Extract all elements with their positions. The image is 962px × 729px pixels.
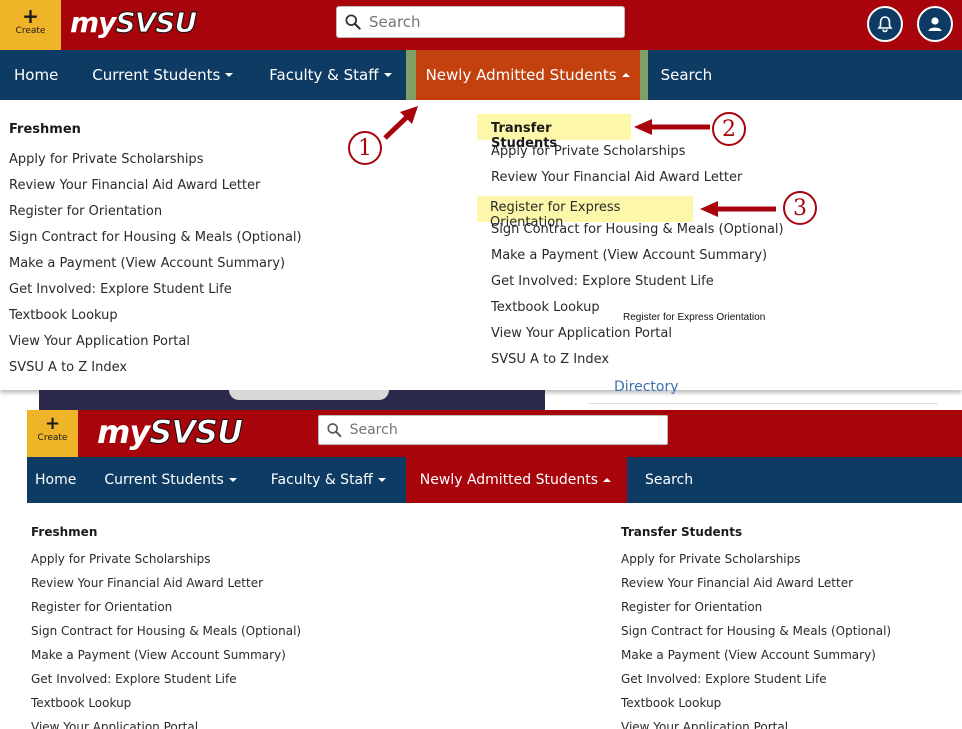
main-nav: Home Current Students Faculty & Staff Ne… (27, 457, 962, 503)
transfer-link[interactable]: Review Your Financial Aid Award Letter (621, 576, 891, 600)
caret-down-icon (228, 478, 237, 482)
search-input[interactable] (349, 422, 667, 438)
freshmen-column: Freshmen Apply for Private Scholarships … (31, 525, 301, 729)
nav-current-students[interactable]: Current Students (89, 457, 257, 503)
header-bar: + Create mySVSU (27, 410, 962, 457)
transfer-column: Transfer Students Apply for Private Scho… (621, 525, 891, 729)
newly-admitted-dropdown: Freshmen Apply for Private Scholarships … (27, 503, 962, 729)
annotation-marker-2: 2 (712, 112, 746, 146)
freshmen-heading: Freshmen (31, 525, 98, 539)
nav-current-students-label: Current Students (104, 472, 224, 488)
freshmen-link[interactable]: Textbook Lookup (31, 696, 301, 720)
arrow-3-head (700, 201, 718, 217)
transfer-link[interactable]: Get Involved: Explore Student Life (621, 672, 891, 696)
create-button[interactable]: + Create (27, 410, 78, 457)
annotation-marker-3: 3 (783, 191, 817, 225)
annotation-arrows (383, 106, 776, 217)
mysvsu-logo[interactable]: mySVSU (97, 413, 244, 452)
transfer-link[interactable]: View Your Application Portal (621, 720, 891, 729)
nav-search[interactable]: Search (627, 457, 711, 503)
freshmen-link[interactable]: Get Involved: Explore Student Life (31, 672, 301, 696)
nav-home[interactable]: Home (27, 457, 89, 503)
logo-prefix: my (97, 413, 150, 451)
arrow-2-head (634, 119, 652, 135)
nav-home-label: Home (35, 472, 77, 488)
transfer-link[interactable]: Make a Payment (View Account Summary) (621, 648, 891, 672)
nav-faculty-staff[interactable]: Faculty & Staff (258, 457, 406, 503)
transfer-link[interactable]: Apply for Private Scholarships (621, 552, 891, 576)
nav-faculty-staff-label: Faculty & Staff (270, 472, 373, 488)
search-icon (327, 423, 342, 438)
caret-up-icon (603, 478, 612, 482)
transfer-heading: Transfer Students (621, 525, 743, 539)
create-label: Create (37, 433, 68, 443)
transfer-link[interactable]: Textbook Lookup (621, 696, 891, 720)
annotation-marker-1: 1 (348, 131, 382, 165)
nav-newly-admitted-label: Newly Admitted Students (419, 472, 599, 488)
search-box[interactable] (318, 415, 668, 445)
before-screenshot: + Create mySVSU Home Current Students Fa… (27, 410, 962, 729)
transfer-link[interactable]: Register for Orientation (621, 600, 891, 624)
after-screenshot: + Create mySVSU Home Current Students Fa… (0, 0, 962, 410)
freshmen-link[interactable]: Apply for Private Scholarships (31, 552, 301, 576)
freshmen-link[interactable]: Sign Contract for Housing & Meals (Optio… (31, 624, 301, 648)
nav-newly-admitted-students[interactable]: Newly Admitted Students (405, 457, 628, 503)
logo-brand: SVSU (149, 413, 244, 452)
nav-search-label: Search (645, 472, 694, 488)
transfer-link[interactable]: Sign Contract for Housing & Meals (Optio… (621, 624, 891, 648)
caret-down-icon (377, 478, 386, 482)
plus-icon: + (44, 413, 61, 434)
freshmen-link[interactable]: Make a Payment (View Account Summary) (31, 648, 301, 672)
freshmen-link[interactable]: View Your Application Portal (31, 720, 301, 729)
arrow-1 (383, 114, 410, 140)
freshmen-link[interactable]: Register for Orientation (31, 600, 301, 624)
freshmen-link[interactable]: Review Your Financial Aid Award Letter (31, 576, 301, 600)
